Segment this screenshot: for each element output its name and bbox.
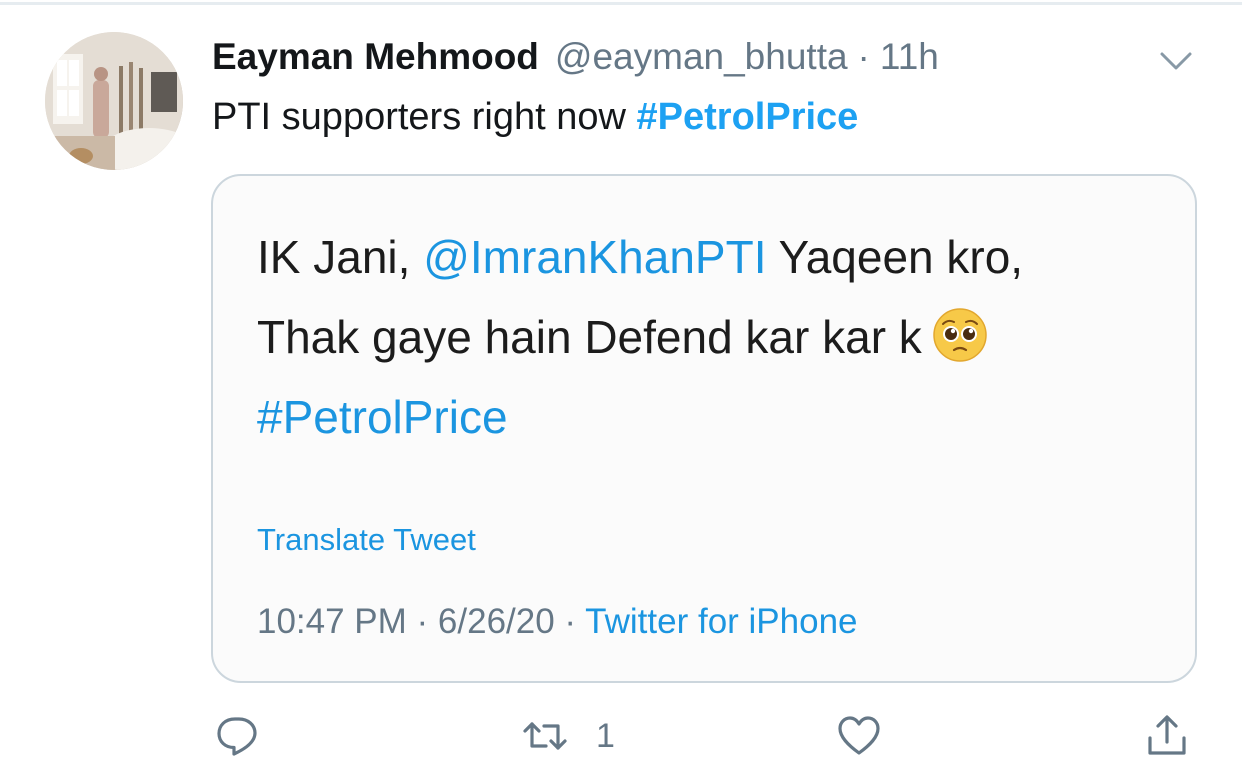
retweet-button[interactable]: 1: [522, 708, 615, 764]
author-handle[interactable]: @eayman_bhutta: [555, 36, 848, 78]
tweet-header: Eayman Mehmood @eayman_bhutta · 11h: [212, 36, 939, 88]
tweet-actions: 1: [0, 708, 1242, 768]
quoted-line1-prefix: IK Jani,: [257, 231, 411, 283]
hashtag-link[interactable]: #PetrolPrice: [637, 96, 859, 138]
quoted-source: Twitter for iPhone: [585, 602, 858, 641]
quoted-hashtag: #PetrolPrice: [257, 391, 508, 443]
retweet-count: 1: [596, 716, 615, 755]
quoted-line2-text: Thak gaye hain Defend kar kar k: [257, 311, 922, 363]
avatar[interactable]: [45, 32, 183, 170]
translate-tweet-link: Translate Tweet: [257, 522, 476, 557]
quoted-line1-suffix: Yaqeen kro,: [778, 231, 1024, 283]
quoted-timestamp: 10:47 PM · 6/26/20 ·: [257, 602, 577, 641]
separator-dot: ·: [857, 36, 870, 77]
quoted-metadata: 10:47 PM · 6/26/20 · Twitter for iPhone: [257, 602, 858, 642]
quoted-line-1: IK Jani, @ImranKhanPTI Yaqeen kro,: [257, 230, 1023, 284]
quoted-line-3: #PetrolPrice: [257, 390, 508, 444]
retweet-icon: [523, 722, 567, 750]
share-button[interactable]: [1144, 708, 1190, 764]
tweet-body: PTI supporters right now: [212, 96, 626, 138]
share-icon: [1148, 715, 1186, 755]
like-button[interactable]: [836, 708, 882, 764]
author-name[interactable]: Eayman Mehmood: [212, 36, 539, 78]
reply-button[interactable]: [214, 708, 260, 764]
reply-icon: [217, 717, 257, 756]
heart-icon: [838, 716, 880, 755]
tweet-text: PTI supporters right now #PetrolPrice: [212, 96, 858, 139]
quoted-line-2: Thak gaye hain Defend kar kar k: [257, 307, 988, 369]
more-options-chevron-down-icon[interactable]: [1157, 46, 1195, 76]
avatar-photo: [45, 32, 183, 170]
top-divider: [0, 2, 1242, 5]
tweet-time[interactable]: 11h: [880, 36, 939, 78]
mention-link: @ImranKhanPTI: [423, 231, 767, 283]
pleading-face-emoji-icon: [932, 307, 988, 363]
quoted-tweet-image[interactable]: IK Jani, @ImranKhanPTI Yaqeen kro, Thak …: [211, 174, 1197, 683]
